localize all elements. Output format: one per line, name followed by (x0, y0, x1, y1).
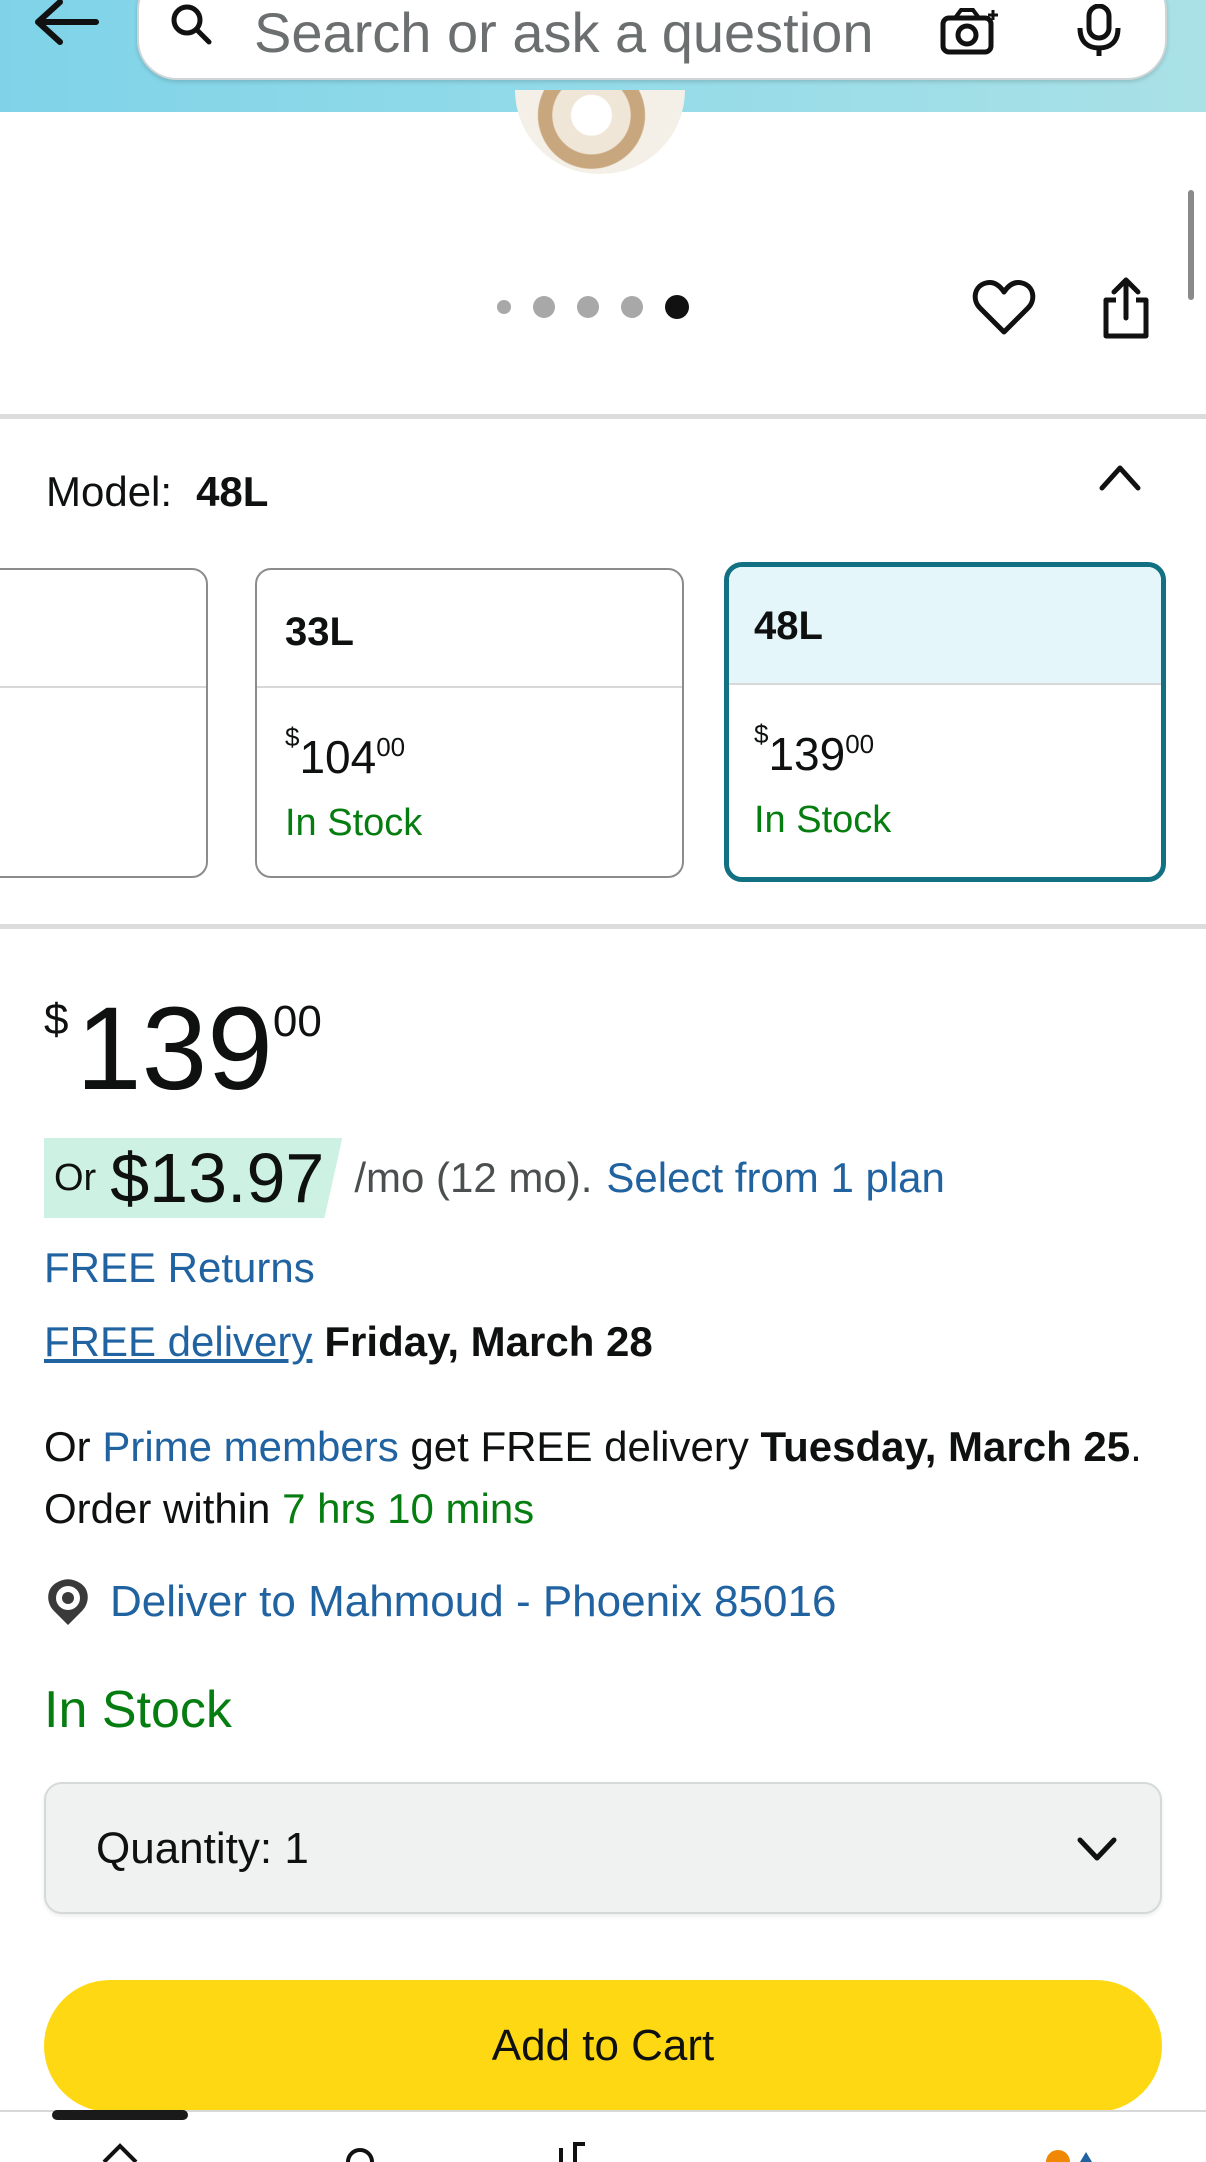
microphone-icon[interactable] (1074, 4, 1124, 56)
prime-delivery-info: Or Prime members get FREE delivery Tuesd… (44, 1416, 1174, 1540)
pager-dot[interactable] (533, 296, 555, 318)
section-divider (0, 414, 1206, 419)
prime-delivery-date-day: 25 (1083, 1423, 1131, 1470)
back-arrow-icon[interactable] (32, 0, 102, 50)
heart-icon[interactable] (972, 278, 1036, 338)
variant-name: 33L (257, 570, 682, 688)
free-returns-link[interactable]: FREE Returns (44, 1244, 315, 1292)
add-to-cart-button[interactable]: Add to Cart (44, 1980, 1162, 2112)
delivery-info: FREE delivery Friday, March 28 (44, 1318, 653, 1366)
deliver-to-link[interactable]: Deliver to Mahmoud - Phoenix 85016 (44, 1574, 836, 1630)
delivery-date: Friday, March 28 (324, 1318, 653, 1365)
pager-dot[interactable] (621, 296, 643, 318)
home-icon[interactable] (100, 2142, 140, 2162)
variant-header (0, 570, 206, 688)
deliver-to-text: Deliver to Mahmoud - Phoenix 85016 (110, 1577, 837, 1626)
product-price: $13900 (44, 983, 322, 1115)
prime-middle-text: get FREE delivery (410, 1423, 749, 1470)
search-input[interactable]: Search or ask a question (137, 0, 1167, 80)
installment-amount: $13.97 (110, 1139, 325, 1217)
prime-prefix: Or (44, 1423, 91, 1470)
pager-dot[interactable] (497, 300, 511, 314)
order-countdown: 7 hrs 10 mins (282, 1485, 535, 1532)
variant-price: $13900 (754, 719, 875, 780)
stock-status: In Stock (44, 1681, 232, 1739)
variant-option-partial[interactable] (0, 568, 208, 878)
search-placeholder: Search or ask a question (254, 1, 874, 64)
more-icon[interactable] (555, 2142, 595, 2162)
account-icon[interactable] (340, 2142, 380, 2162)
prime-members-link[interactable]: Prime members (102, 1423, 398, 1470)
selected-model: 48L (196, 468, 269, 515)
variant-option-48l-selected[interactable]: 48L $13900 In Stock (724, 562, 1166, 882)
chevron-up-icon[interactable] (1096, 458, 1144, 498)
variant-price: $10400 (285, 722, 406, 783)
product-image[interactable] (515, 90, 685, 174)
installment-offer: Or $13.97 /mo (12 mo). Select from 1 pla… (44, 1138, 945, 1218)
location-pin-icon (48, 1579, 88, 1625)
cart-icon[interactable] (1040, 2142, 1100, 2162)
free-delivery-link[interactable]: FREE delivery (44, 1318, 312, 1365)
prime-delivery-date: Tuesday, March (760, 1423, 1072, 1470)
model-selector-label: Model: 48L (46, 468, 268, 516)
variant-stock: In Stock (754, 799, 892, 841)
installment-terms: /mo (12 mo). (354, 1154, 593, 1201)
nav-indicator (52, 2110, 188, 2120)
search-icon (171, 4, 212, 45)
section-divider (0, 924, 1206, 929)
camera-icon[interactable] (939, 8, 999, 56)
pager-dot[interactable] (577, 296, 599, 318)
quantity-dropdown[interactable]: Quantity: 1 (44, 1782, 1162, 1914)
chevron-down-icon (1077, 1837, 1117, 1861)
installment-highlight: Or $13.97 (44, 1138, 343, 1218)
select-plan-link[interactable]: Select from 1 plan (606, 1154, 945, 1202)
quantity-label: Quantity: 1 (96, 1824, 309, 1873)
image-pager-dots (497, 295, 689, 319)
share-icon[interactable] (1100, 276, 1152, 340)
variant-option-33l[interactable]: 33L $10400 In Stock (255, 568, 684, 878)
scrollbar[interactable] (1188, 190, 1194, 300)
pager-dot-active[interactable] (665, 295, 689, 319)
variant-name: 48L (729, 567, 1161, 685)
installment-prefix: Or (54, 1156, 97, 1199)
model-label-text: Model: (46, 468, 173, 515)
variant-stock: In Stock (285, 802, 423, 844)
